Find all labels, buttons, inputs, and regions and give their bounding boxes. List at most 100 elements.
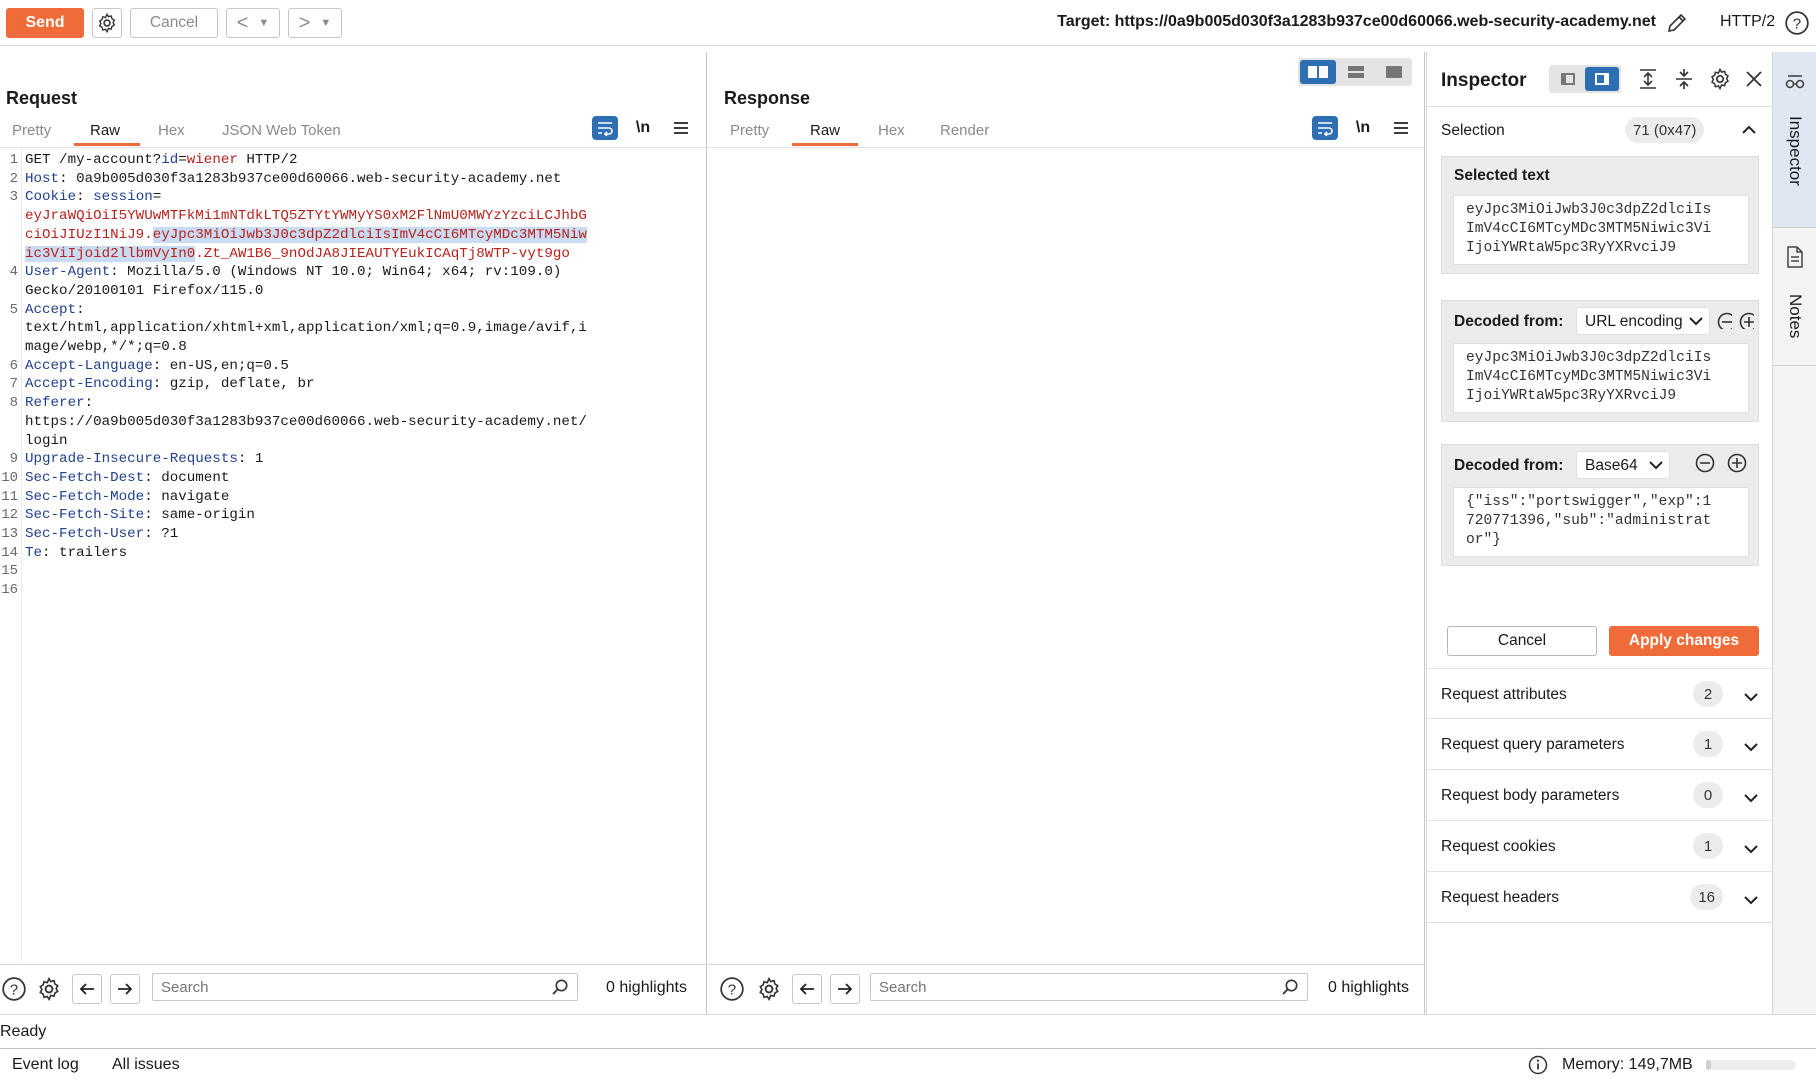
close-icon[interactable] xyxy=(1741,66,1767,92)
code-line[interactable]: GET /my-account?id=wiener HTTP/2 xyxy=(25,152,297,168)
next-match-arrow-right-icon[interactable] xyxy=(110,974,140,1004)
layout-stacked-icon[interactable] xyxy=(1338,60,1374,84)
response-tab-render[interactable]: Render xyxy=(940,122,989,139)
response-tab-hex[interactable]: Hex xyxy=(878,122,905,139)
code-line[interactable]: Te: trailers xyxy=(25,545,127,561)
chevron-up-icon[interactable] xyxy=(1739,120,1759,140)
chevron-down-icon[interactable] xyxy=(1743,790,1763,810)
request-show-newlines-icon[interactable]: \n xyxy=(630,116,656,140)
code-line[interactable]: Accept: xyxy=(25,302,85,318)
code-line[interactable]: Accept-Encoding: gzip, deflate, br xyxy=(25,376,314,392)
decoded-base64-value[interactable]: {"iss":"portswigger","exp":1 720771396,"… xyxy=(1453,487,1749,557)
search-settings-gear-icon[interactable] xyxy=(34,975,64,1003)
code-line[interactable]: User-Agent: Mozilla/5.0 (Windows NT 10.0… xyxy=(25,264,561,280)
all-issues-tab[interactable]: All issues xyxy=(112,1056,180,1074)
decoding-type-select[interactable]: Base64 xyxy=(1576,451,1670,479)
next-match-arrow-right-icon[interactable] xyxy=(830,974,860,1004)
cancel-button[interactable]: Cancel xyxy=(130,8,218,38)
help-icon[interactable]: ? xyxy=(1782,8,1812,38)
request-editor[interactable]: 1 2 3 4 5 6 7 8 9 10 11 12 13 14 15 16 GET /my-account?… xyxy=(0,147,706,963)
request-tab-json-web-token[interactable]: JSON Web Token xyxy=(222,122,341,139)
inspector-section-count: 16 xyxy=(1690,884,1723,910)
code-line[interactable]: Sec-Fetch-User: ?1 xyxy=(25,526,178,542)
code-line[interactable]: Referer: xyxy=(25,395,93,411)
previous-match-arrow-left-icon[interactable] xyxy=(72,974,102,1004)
info-icon[interactable] xyxy=(1528,1055,1548,1079)
remove-decoding-icon[interactable] xyxy=(1694,452,1716,474)
response-menu-icon[interactable] xyxy=(1388,116,1414,140)
request-tab-hex[interactable]: Hex xyxy=(158,122,185,139)
previous-match-arrow-left-icon[interactable] xyxy=(792,974,822,1004)
search-icon[interactable] xyxy=(551,978,569,1000)
selection-row[interactable]: Selection 71 (0x47) xyxy=(1427,108,1773,152)
help-icon[interactable]: ? xyxy=(718,975,746,1003)
send-button[interactable]: Send xyxy=(6,8,84,38)
response-show-newlines-icon[interactable]: \n xyxy=(1350,116,1376,140)
http-version-label[interactable]: HTTP/2 xyxy=(1720,13,1775,31)
request-search-input[interactable] xyxy=(153,974,577,1000)
code-line[interactable]: Accept-Language: en-US,en;q=0.5 xyxy=(25,358,289,374)
decoded-url-value[interactable]: eyJpc3MiOiJwb3J0c3dpZ2dlciIs ImV4cCI6MTc… xyxy=(1453,343,1749,413)
settings-gear-icon[interactable] xyxy=(92,8,122,38)
inspector-section-row[interactable]: Request attributes 2 xyxy=(1427,668,1773,719)
request-wrap-lines-icon[interactable] xyxy=(592,116,618,140)
code-line[interactable]: https://0a9b005d030f3a1283b937ce00d60066… xyxy=(25,414,587,430)
forward-history-button[interactable]: > ▼ xyxy=(288,8,342,38)
request-tab-pretty[interactable]: Pretty xyxy=(12,122,51,139)
code-line[interactable]: ciOiJIUzI1NiJ9.eyJpc3MiOiJwb3J0c3dpZ2dlc… xyxy=(25,226,587,243)
inspector-section-row[interactable]: Request headers 16 xyxy=(1427,872,1773,923)
response-tab-pretty[interactable]: Pretty xyxy=(730,122,769,139)
code-line[interactable]: Gecko/20100101 Firefox/115.0 xyxy=(25,283,263,299)
rail-tab-notes[interactable]: Notes xyxy=(1773,230,1816,366)
code-line[interactable]: Sec-Fetch-Dest: document xyxy=(25,470,229,486)
code-line[interactable]: mage/webp,*/*;q=0.8 xyxy=(25,339,187,355)
layout-side-by-side-icon[interactable] xyxy=(1300,60,1336,84)
apply-changes-button[interactable]: Apply changes xyxy=(1609,626,1759,656)
panel-divider[interactable] xyxy=(1424,52,1425,1014)
code-line[interactable]: eyJraWQiOiI5YWUwMTFkMi1mNTdkLTQ5ZTYtYWMy… xyxy=(25,208,587,224)
inspector-layout-right-icon[interactable] xyxy=(1585,67,1619,91)
search-icon[interactable] xyxy=(1281,978,1299,1000)
request-search-field[interactable] xyxy=(152,973,578,1001)
code-line[interactable]: Host: 0a9b005d030f3a1283b937ce00d60066.w… xyxy=(25,171,561,187)
back-history-button[interactable]: < ▼ xyxy=(226,8,280,38)
panel-divider[interactable] xyxy=(706,52,707,1014)
inspector-cancel-button[interactable]: Cancel xyxy=(1447,626,1597,656)
response-search-input[interactable] xyxy=(871,974,1307,1000)
response-editor[interactable] xyxy=(708,147,1424,962)
help-icon[interactable]: ? xyxy=(0,975,28,1003)
chevron-down-icon[interactable] xyxy=(1743,841,1763,861)
remove-decoding-icon[interactable] xyxy=(1716,311,1732,329)
selected-text-value[interactable]: eyJpc3MiOiJwb3J0c3dpZ2dlciIs ImV4cCI6MTc… xyxy=(1453,195,1749,265)
collapse-all-icon[interactable] xyxy=(1671,66,1697,92)
inspector-section-row[interactable]: Request body parameters 0 xyxy=(1427,770,1773,821)
code-line[interactable]: Sec-Fetch-Mode: navigate xyxy=(25,489,229,505)
event-log-tab[interactable]: Event log xyxy=(12,1056,79,1074)
inspector-settings-gear-icon[interactable] xyxy=(1707,66,1733,92)
edit-target-pencil-icon[interactable] xyxy=(1662,8,1692,38)
chevron-down-icon[interactable] xyxy=(1743,689,1763,709)
code-line[interactable]: ic3ViIjoid2llbmVyIn0.Zt_AW1B6_9nOdJA8JIE… xyxy=(25,245,570,262)
rail-tab-inspector[interactable]: Inspector xyxy=(1773,52,1816,228)
inspector-section-row[interactable]: Request query parameters 1 xyxy=(1427,719,1773,770)
inspector-layout-left-icon[interactable] xyxy=(1551,67,1585,91)
expand-all-icon[interactable] xyxy=(1635,66,1661,92)
decoding-type-select[interactable]: URL encoding xyxy=(1576,307,1710,335)
code-line[interactable]: text/html,application/xhtml+xml,applicat… xyxy=(25,320,587,336)
code-line[interactable]: Cookie: session= xyxy=(25,189,161,205)
request-tab-raw[interactable]: Raw xyxy=(90,122,120,139)
add-decoding-icon[interactable] xyxy=(1726,452,1748,474)
code-line[interactable]: login xyxy=(25,433,68,449)
code-line[interactable]: Sec-Fetch-Site: same-origin xyxy=(25,507,255,523)
response-search-field[interactable] xyxy=(870,973,1308,1001)
response-tab-raw[interactable]: Raw xyxy=(810,122,840,139)
layout-tabs-icon[interactable] xyxy=(1376,60,1412,84)
search-settings-gear-icon[interactable] xyxy=(754,975,784,1003)
inspector-section-row[interactable]: Request cookies 1 xyxy=(1427,821,1773,872)
chevron-down-icon[interactable] xyxy=(1743,892,1763,912)
code-line[interactable]: Upgrade-Insecure-Requests: 1 xyxy=(25,451,263,467)
response-wrap-lines-icon[interactable] xyxy=(1312,116,1338,140)
add-decoding-icon[interactable] xyxy=(1738,311,1754,329)
request-menu-icon[interactable] xyxy=(668,116,694,140)
chevron-down-icon[interactable] xyxy=(1743,739,1763,759)
